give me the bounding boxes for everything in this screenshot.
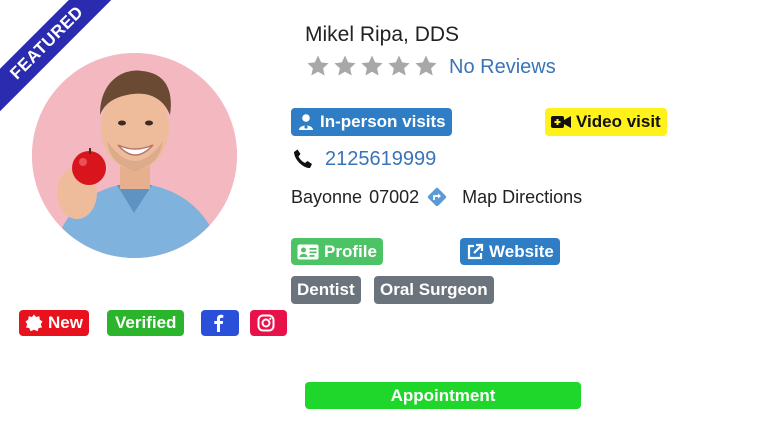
specialty-tag[interactable]: Oral Surgeon [374,276,494,304]
star-icon [388,55,410,76]
external-link-icon [467,243,484,259]
verified-badge: Verified [107,310,185,336]
phone-icon [294,149,312,169]
new-badge: New [19,310,89,336]
facebook-icon [213,314,223,332]
instagram-button[interactable] [250,310,287,336]
appointment-button[interactable]: Appointment [305,382,581,409]
directions-icon[interactable] [426,186,448,208]
doctor-photo-illustration [32,53,237,258]
specialty-tag[interactable]: Dentist [291,276,361,304]
star-icon [415,55,437,76]
video-visit-label: Video visit [576,112,661,131]
star-icon [334,55,356,76]
rating-stars [306,54,441,78]
doctor-name[interactable]: Mikel Ripa, DDS [305,23,459,47]
doctor-photo [32,53,237,258]
website-button-label: Website [489,241,554,261]
doctor-icon [299,114,313,130]
id-card-icon [297,244,319,259]
certificate-icon [25,314,43,332]
in-person-visits-label: In-person visits [320,112,446,131]
instagram-icon [257,314,275,332]
video-visit-badge: Video visit [545,108,667,136]
new-badge-label: New [48,313,83,332]
phone-row: 2125619999 [291,147,436,171]
facebook-button[interactable] [201,310,239,336]
address-zip: 07002 [369,186,420,207]
star-icon [361,55,383,76]
in-person-visits-badge: In-person visits [291,108,452,136]
address-city: Bayonne [291,186,363,207]
map-directions-link[interactable]: Map Directions [462,187,582,208]
reviews-link[interactable]: No Reviews [449,56,556,79]
website-button[interactable]: Website [460,238,560,265]
profile-button[interactable]: Profile [291,238,383,265]
video-camera-icon [551,116,571,128]
star-icon [307,55,329,76]
address-row: Bayonne 07002 Map Directions [291,186,582,208]
profile-button-label: Profile [324,241,377,261]
phone-number-link[interactable]: 2125619999 [325,148,436,171]
